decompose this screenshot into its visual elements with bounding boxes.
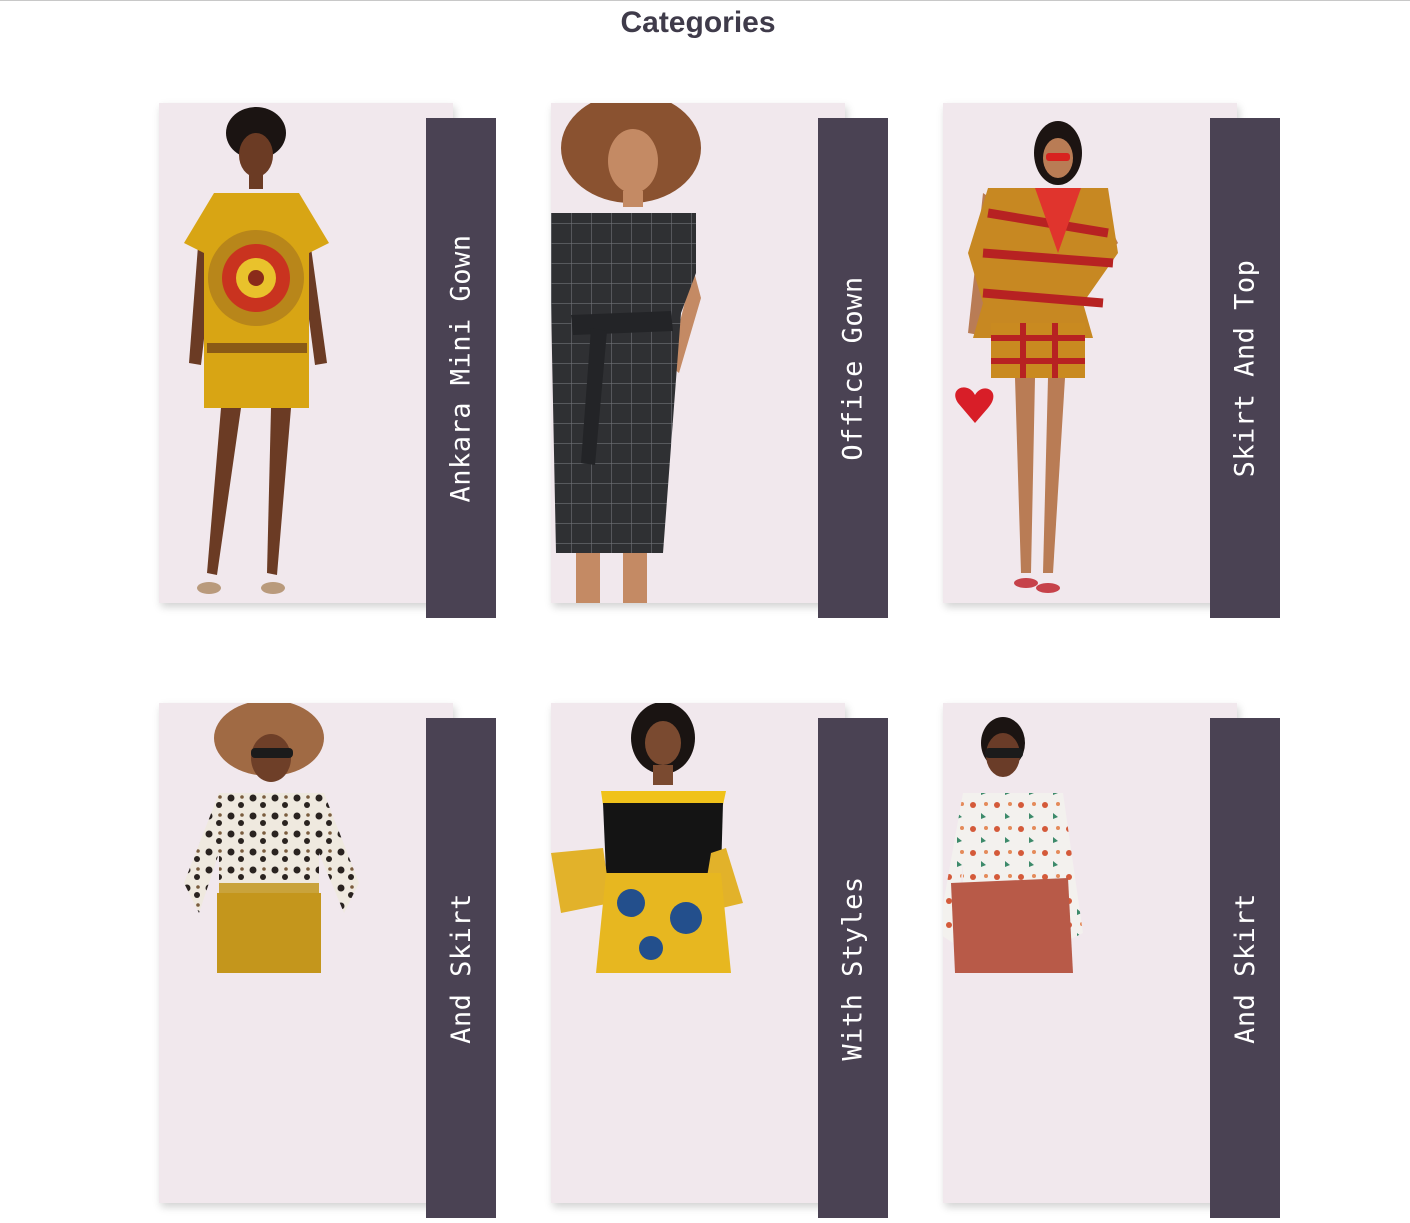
category-label: And Skirt: [445, 892, 477, 1044]
floral-blouse-skirt-photo: [943, 717, 1083, 973]
category-card-floral-blouse-and-skirt[interactable]: And Skirt: [943, 703, 1283, 1223]
category-label: Skirt And Top: [1229, 259, 1261, 477]
category-card-office-gown[interactable]: Office Gown: [551, 103, 891, 623]
category-photo[interactable]: [551, 103, 845, 603]
category-photo[interactable]: [943, 703, 1237, 1203]
category-photo[interactable]: [551, 703, 845, 1203]
category-label-panel[interactable]: Ankara Mini Gown: [426, 118, 496, 618]
category-card-with-styles[interactable]: With Styles: [551, 703, 891, 1223]
top-divider: [0, 0, 1410, 1]
category-label: With Styles: [837, 875, 869, 1061]
category-label-panel[interactable]: And Skirt: [426, 718, 496, 1218]
category-card-blouse-and-skirt[interactable]: And Skirt: [159, 703, 499, 1223]
ankara-styles-dress-photo: [551, 703, 743, 973]
leopard-blouse-skirt-photo: [184, 703, 359, 973]
category-photo[interactable]: [943, 103, 1237, 603]
page-title: Categories: [620, 6, 776, 39]
category-card-ankara-mini-gown[interactable]: Ankara Mini Gown: [159, 103, 499, 623]
category-label-panel[interactable]: Skirt And Top: [1210, 118, 1280, 618]
category-photo[interactable]: [159, 703, 453, 1203]
category-label-panel[interactable]: And Skirt: [1210, 718, 1280, 1218]
category-label: Office Gown: [837, 275, 869, 461]
category-label-panel[interactable]: With Styles: [818, 718, 888, 1218]
category-label: And Skirt: [1229, 892, 1261, 1044]
category-card-skirt-and-top[interactable]: Skirt And Top: [943, 103, 1283, 623]
category-label-panel[interactable]: Office Gown: [818, 118, 888, 618]
skirt-and-top-photo: [955, 121, 1118, 593]
ankara-dress-photo: [184, 107, 329, 594]
category-photo[interactable]: [159, 103, 453, 603]
plaid-office-dress-photo: [551, 103, 701, 603]
category-label: Ankara Mini Gown: [445, 233, 477, 503]
